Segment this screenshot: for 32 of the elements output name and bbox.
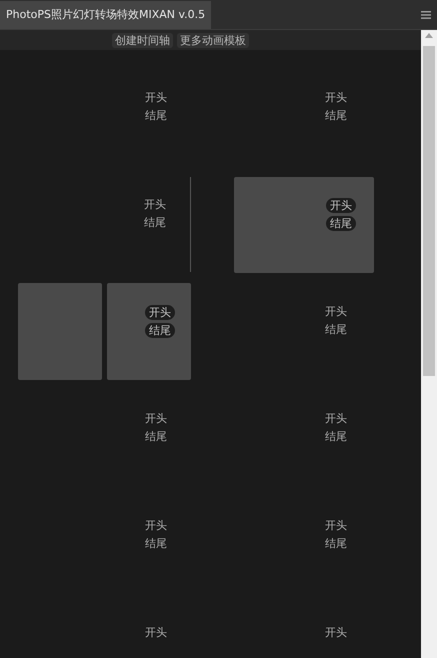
preview-panel[interactable]: 开头 结尾 — [107, 283, 191, 380]
preview-panel[interactable]: 开头 结尾 — [234, 177, 374, 273]
timeline-label[interactable]: 开头 — [321, 411, 351, 426]
panel-tab[interactable]: PhotoPS照片幻灯转场特效MIXAN v.0.5 — [0, 1, 212, 29]
timeline-label[interactable]: 结尾 — [140, 215, 170, 230]
timeline-label[interactable]: 开头 — [326, 198, 356, 213]
timeline-label[interactable]: 开头 — [321, 90, 351, 105]
toolbar-button[interactable]: 创建时间轴 — [112, 32, 173, 48]
timeline-label[interactable]: 结尾 — [321, 322, 351, 337]
timeline-label[interactable]: 开头 — [321, 625, 351, 640]
timeline-label[interactable]: 结尾 — [141, 429, 171, 444]
timeline-label[interactable]: 开头 — [140, 197, 170, 212]
scrollbar[interactable] — [421, 30, 437, 658]
timeline-label[interactable]: 结尾 — [145, 323, 175, 338]
timeline-label[interactable]: 开头 — [141, 518, 171, 533]
timeline-label[interactable]: 结尾 — [321, 429, 351, 444]
timeline-label[interactable]: 开头 — [141, 411, 171, 426]
scrollbar-thumb[interactable] — [423, 46, 435, 376]
preview-panel[interactable] — [18, 283, 102, 380]
toolbar-button[interactable]: 更多动画模板 — [177, 32, 249, 48]
timeline-label[interactable]: 开头 — [141, 90, 171, 105]
timeline-label[interactable]: 开头 — [145, 305, 175, 320]
timeline-label[interactable]: 开头 — [321, 518, 351, 533]
timeline-label[interactable]: 开头 — [321, 304, 351, 319]
timeline-label[interactable]: 结尾 — [141, 108, 171, 123]
timeline-label[interactable]: 结尾 — [141, 536, 171, 551]
timeline-label[interactable]: 结尾 — [321, 536, 351, 551]
timeline-label[interactable]: 开头 — [141, 625, 171, 640]
menu-icon[interactable] — [421, 11, 431, 19]
timeline-label[interactable]: 结尾 — [326, 216, 356, 231]
scroll-up-icon[interactable] — [425, 32, 433, 38]
timeline-label[interactable]: 结尾 — [321, 108, 351, 123]
